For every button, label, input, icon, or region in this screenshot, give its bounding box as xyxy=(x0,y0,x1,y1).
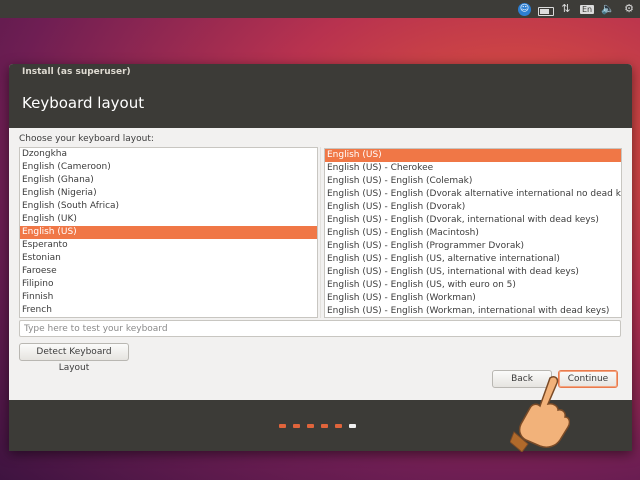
keyboard-test-input[interactable] xyxy=(19,320,621,337)
progress-dot xyxy=(307,424,314,428)
list-item[interactable]: English (US) - English (Workman, interna… xyxy=(325,305,621,317)
list-item[interactable]: English (US) - English (Programmer Dvora… xyxy=(325,240,621,253)
list-item[interactable]: English (US) - English (US, with euro on… xyxy=(325,279,621,292)
list-item[interactable]: Dzongkha xyxy=(20,148,317,161)
keyboard-variant-list[interactable]: English (US) English (US) - Cherokee Engli… xyxy=(324,148,622,318)
progress-dot xyxy=(335,424,342,428)
list-item[interactable]: English (US) xyxy=(325,149,621,162)
list-item[interactable]: English (US) - English (Dvorak alternati… xyxy=(325,188,621,201)
progress-dot xyxy=(279,424,286,428)
window-title: Install (as superuser) xyxy=(22,67,131,77)
list-item[interactable]: English (UK) xyxy=(20,213,317,226)
list-item[interactable]: English (Nigeria) xyxy=(20,187,317,200)
list-item[interactable]: Filipino xyxy=(20,278,317,291)
language-label: En xyxy=(580,5,595,14)
list-item[interactable]: English (Ghana) xyxy=(20,174,317,187)
list-item[interactable]: English (US) - English (Dvorak, internat… xyxy=(325,214,621,227)
progress-dot xyxy=(321,424,328,428)
accessibility-icon[interactable]: ☺ xyxy=(518,2,531,16)
list-item[interactable]: English (US) - Cherokee xyxy=(325,162,621,175)
window-titlebar: Install (as superuser) Keyboard layout xyxy=(9,64,632,128)
top-panel: ☺ ⇅ En 🔈 ⚙ xyxy=(0,0,640,18)
keyboard-layout-list[interactable]: Dzongkha English (Cameroon) English (Ghana… xyxy=(19,147,318,318)
battery-icon[interactable] xyxy=(538,2,554,16)
list-item[interactable]: English (US) - English (US, internationa… xyxy=(325,266,621,279)
detect-keyboard-layout-button[interactable]: Detect Keyboard Layout xyxy=(19,343,129,373)
page-title: Keyboard layout xyxy=(22,94,145,112)
network-icon[interactable]: ⇅ xyxy=(559,0,573,18)
list-divider xyxy=(320,147,321,318)
volume-icon[interactable]: 🔈 xyxy=(601,0,615,18)
layout-prompt: Choose your keyboard layout: xyxy=(19,134,154,144)
list-item[interactable]: English (Cameroon) xyxy=(20,161,317,174)
list-item[interactable]: Estonian xyxy=(20,252,317,265)
pointing-hand-icon xyxy=(510,376,570,452)
list-item[interactable]: English (South Africa) xyxy=(20,200,317,213)
list-item[interactable]: Faroese xyxy=(20,265,317,278)
progress-dots xyxy=(279,424,356,428)
list-item[interactable]: French xyxy=(20,304,317,317)
progress-dot-current xyxy=(349,424,356,428)
progress-dot xyxy=(293,424,300,428)
list-item[interactable]: English (US) - English (Macintosh) xyxy=(325,227,621,240)
list-item[interactable]: English (US) - English (Colemak) xyxy=(325,175,621,188)
settings-icon[interactable]: ⚙ xyxy=(622,0,636,18)
list-item[interactable]: English (US) - English (US, alternative … xyxy=(325,253,621,266)
list-item[interactable]: Esperanto xyxy=(20,239,317,252)
list-item[interactable]: Finnish xyxy=(20,291,317,304)
list-item[interactable]: English (US) xyxy=(20,226,317,239)
list-item[interactable]: English (US) - English (Workman) xyxy=(325,292,621,305)
language-icon[interactable]: En xyxy=(580,0,595,18)
list-item[interactable]: English (US) - English (Dvorak) xyxy=(325,201,621,214)
